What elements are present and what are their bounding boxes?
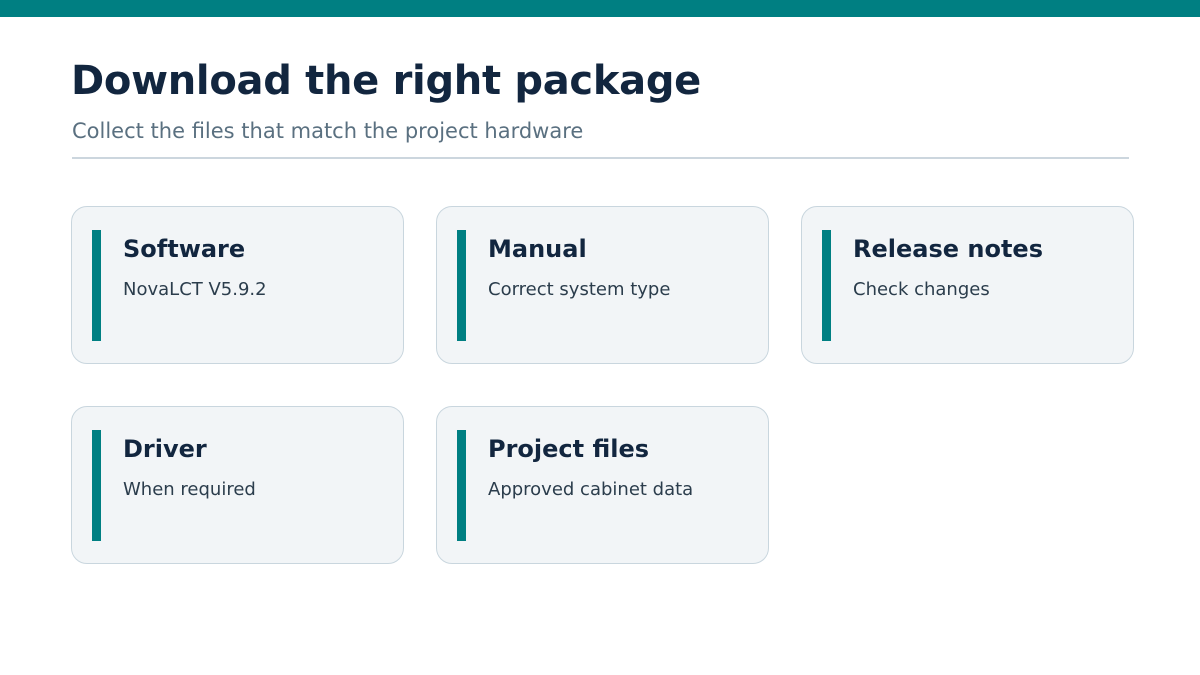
card-accent-bar <box>457 430 466 541</box>
card-title: Release notes <box>853 235 1043 263</box>
card-accent-bar <box>92 430 101 541</box>
page-subtitle: Collect the files that match the project… <box>72 119 584 143</box>
card-description: Check changes <box>853 279 990 300</box>
top-accent-bar <box>0 0 1200 17</box>
card-software: Software NovaLCT V5.9.2 <box>71 206 404 364</box>
card-title: Manual <box>488 235 587 263</box>
card-title: Software <box>123 235 246 263</box>
card-release-notes: Release notes Check changes <box>801 206 1134 364</box>
card-description: NovaLCT V5.9.2 <box>123 279 267 300</box>
card-manual: Manual Correct system type <box>436 206 769 364</box>
card-title: Project files <box>488 435 650 463</box>
card-accent-bar <box>92 230 101 341</box>
card-description: Correct system type <box>488 279 671 300</box>
card-description: Approved cabinet data <box>488 479 694 500</box>
header-divider <box>72 157 1129 159</box>
card-driver: Driver When required <box>71 406 404 564</box>
card-project-files: Project files Approved cabinet data <box>436 406 769 564</box>
card-accent-bar <box>822 230 831 341</box>
card-title: Driver <box>123 435 207 463</box>
card-description: When required <box>123 479 256 500</box>
card-accent-bar <box>457 230 466 341</box>
page-title: Download the right package <box>71 58 701 104</box>
